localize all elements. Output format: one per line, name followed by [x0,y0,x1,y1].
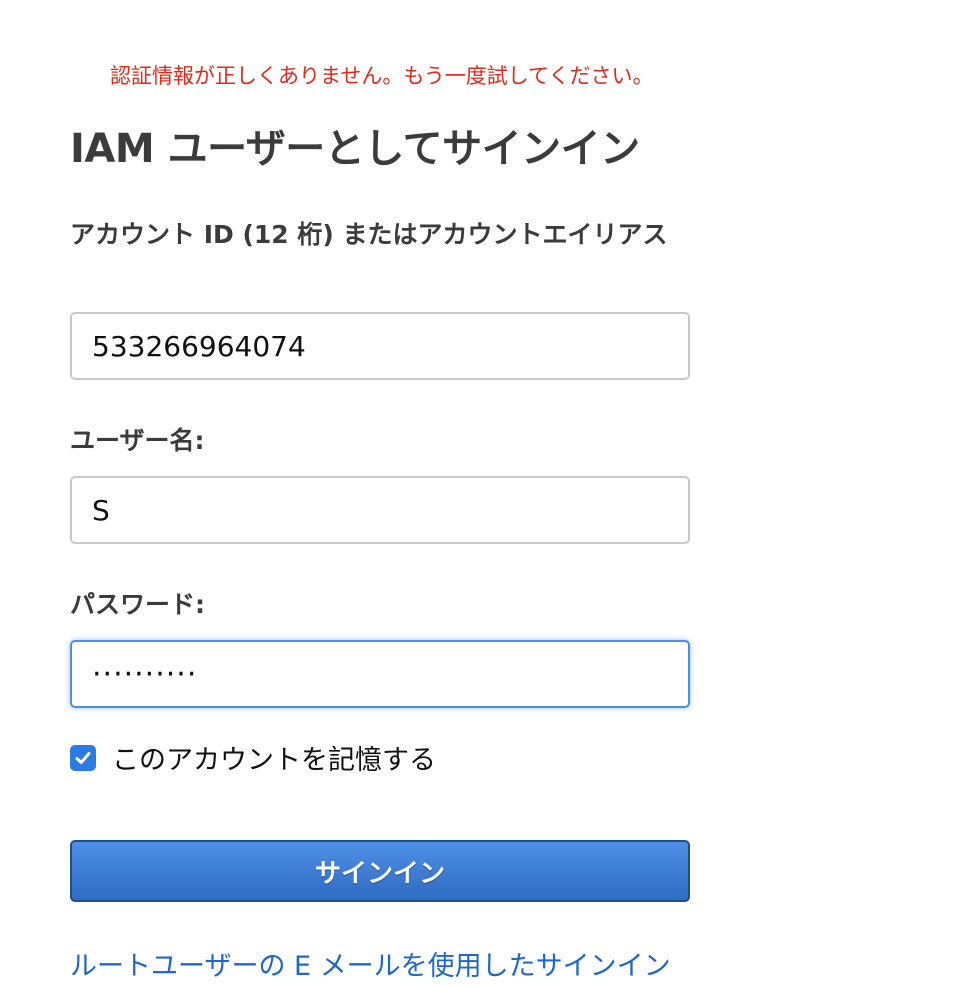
account-id-label: アカウント ID (12 桁) またはアカウントエイリアス [70,220,668,249]
username-field[interactable]: S [70,476,690,544]
remember-account-row[interactable]: このアカウントを記憶する [70,738,436,777]
account-id-field[interactable]: 533266964074 [70,312,690,380]
iam-signin-page: 認証情報が正しくありません。もう一度試してください。 IAM ユーザーとしてサイ… [0,0,954,986]
root-user-signin-link[interactable]: ルートユーザーの E メールを使用したサインイン [70,944,671,983]
remember-label: このアカウントを記憶する [112,745,436,776]
password-label: パスワード: [70,590,205,619]
username-value: S [92,493,110,527]
account-id-value: 533266964074 [92,329,306,363]
error-message: 認証情報が正しくありません。もう一度試してください。 [110,64,654,88]
signin-button[interactable]: サインイン [70,840,690,902]
page-title: IAM ユーザーとしてサインイン [70,126,640,172]
password-field[interactable]: ·········· [70,640,690,708]
remember-checkbox[interactable] [70,744,96,771]
password-masked-value: ·········· [92,656,198,692]
username-label: ユーザー名: [70,426,205,455]
checkmark-icon [75,751,91,764]
